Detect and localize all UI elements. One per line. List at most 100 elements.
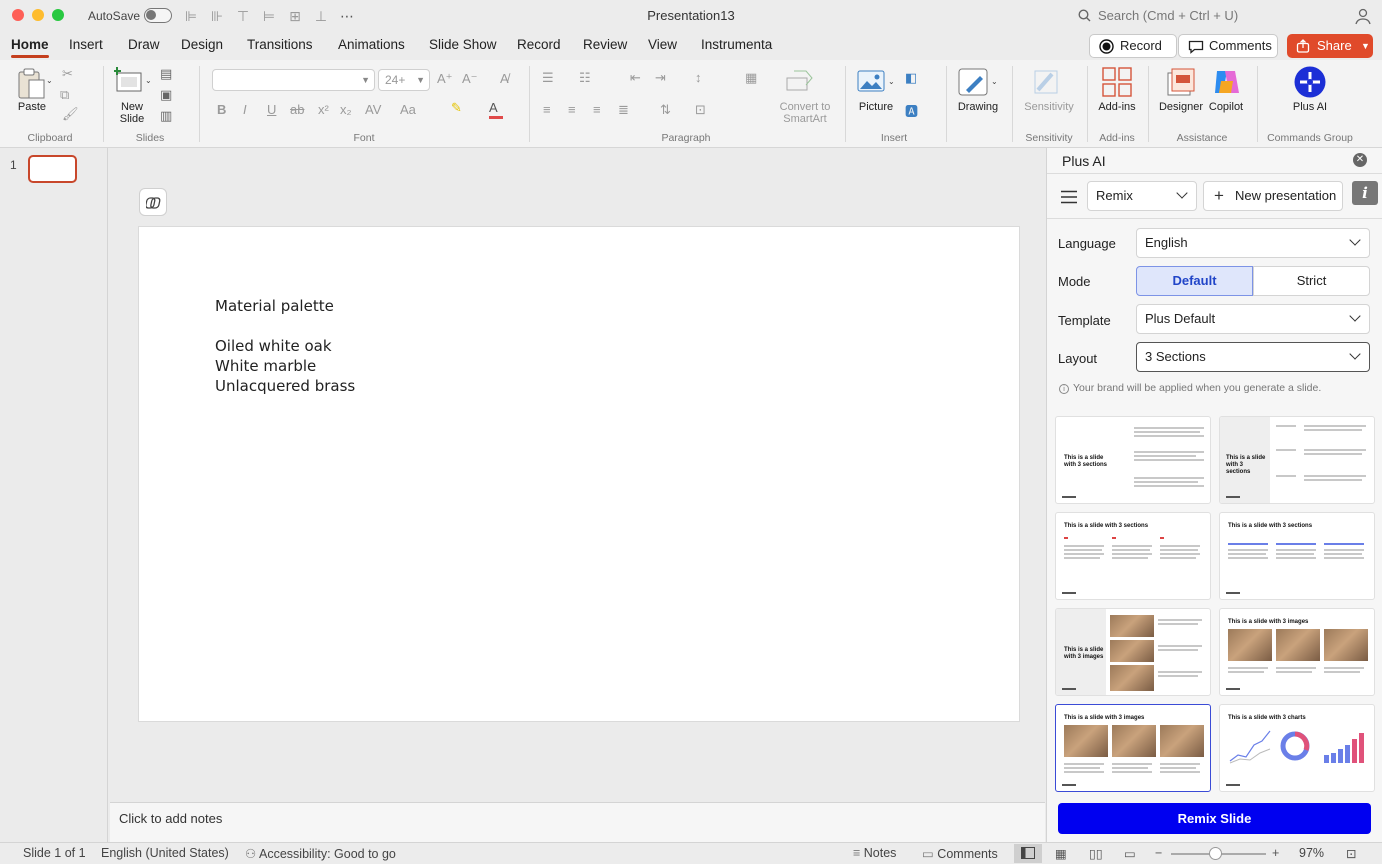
slide-text-line[interactable]: Unlacquered brass xyxy=(215,377,355,395)
share-button[interactable]: Share ▼ xyxy=(1287,34,1373,58)
layout-card[interactable]: This is a slide with 3 charts xyxy=(1219,704,1375,792)
copilot-floating-button[interactable] xyxy=(139,188,167,216)
zoom-in-icon[interactable]: + xyxy=(1272,846,1279,860)
align-text-icon[interactable]: ⊡ xyxy=(695,102,706,118)
normal-view-icon[interactable] xyxy=(1014,844,1042,863)
decrease-indent-icon[interactable]: ⇤ xyxy=(630,70,641,86)
underline-icon[interactable]: U xyxy=(267,102,276,117)
tab-draw[interactable]: Draw xyxy=(128,37,160,52)
layout-card[interactable]: This is a slide with 3 sections xyxy=(1055,416,1211,504)
tab-home[interactable]: Home xyxy=(11,37,49,58)
font-name-field[interactable]: ▼ xyxy=(212,69,375,91)
paste-icon[interactable] xyxy=(16,68,46,100)
tab-view[interactable]: View xyxy=(648,37,677,52)
font-size-field[interactable]: 24+ ▼ xyxy=(378,69,430,91)
format-painter-icon[interactable]: 🖌 xyxy=(62,106,79,122)
zoom-slider-handle[interactable] xyxy=(1209,847,1222,860)
record-button[interactable]: Record xyxy=(1089,34,1177,58)
info-icon[interactable]: i xyxy=(1352,181,1378,205)
smartart-icon[interactable] xyxy=(786,70,814,92)
layout-card[interactable]: This is a slide with 3 sections xyxy=(1055,512,1211,600)
highlight-icon[interactable]: ✎ xyxy=(451,100,462,116)
tab-slide-show[interactable]: Slide Show xyxy=(429,37,497,52)
change-case-icon[interactable]: Aa xyxy=(400,102,416,117)
new-slide-icon[interactable] xyxy=(114,67,144,95)
align-right-text-icon[interactable]: ≡ xyxy=(593,102,601,117)
shapes-icon[interactable]: ◧ xyxy=(905,70,917,86)
reading-view-icon[interactable]: ▯▯ xyxy=(1089,846,1103,861)
close-panel-icon[interactable]: ✕ xyxy=(1353,153,1367,167)
new-slide-dropdown-icon[interactable]: ⌄ xyxy=(145,76,152,85)
sensitivity-icon[interactable] xyxy=(1032,68,1062,96)
justify-icon[interactable]: ≣ xyxy=(618,102,629,118)
drawing-icon[interactable] xyxy=(958,68,990,98)
increase-indent-icon[interactable]: ⇥ xyxy=(655,70,666,86)
copilot-icon[interactable] xyxy=(1211,67,1241,97)
columns-icon[interactable]: ▦ xyxy=(745,70,757,86)
slide-thumbnail[interactable] xyxy=(28,155,77,183)
decrease-font-icon[interactable]: A⁻ xyxy=(462,71,478,87)
zoom-level[interactable]: 97% xyxy=(1299,846,1324,860)
bold-icon[interactable]: B xyxy=(217,102,226,117)
increase-font-icon[interactable]: A⁺ xyxy=(437,71,453,87)
mode-default-button[interactable]: Default xyxy=(1136,266,1253,296)
picture-icon[interactable] xyxy=(857,70,885,94)
slide-text-line[interactable]: White marble xyxy=(215,357,316,375)
comments-button[interactable]: Comments xyxy=(1178,34,1278,58)
designer-icon[interactable] xyxy=(1166,67,1196,97)
remix-slide-button[interactable]: Remix Slide xyxy=(1058,803,1371,834)
slide-text-line[interactable]: Oiled white oak xyxy=(215,337,332,355)
numbering-icon[interactable]: ☷ xyxy=(579,70,591,86)
tab-insert[interactable]: Insert xyxy=(69,37,103,52)
new-presentation-button[interactable]: + New presentation xyxy=(1203,181,1343,211)
layout-card[interactable]: This is a slide with 3 sections xyxy=(1219,416,1375,504)
layout-icon[interactable]: ▤ xyxy=(160,66,172,82)
comments-toggle[interactable]: ▭ Comments xyxy=(922,846,998,861)
picture-dropdown-icon[interactable]: ⌄ xyxy=(888,77,895,86)
text-direction-icon[interactable]: ⇅ xyxy=(660,102,671,118)
language-status[interactable]: English (United States) xyxy=(101,846,229,860)
drawing-dropdown-icon[interactable]: ⌄ xyxy=(991,77,998,86)
paste-dropdown-icon[interactable]: ⌄ xyxy=(46,76,53,85)
hamburger-menu-icon[interactable] xyxy=(1061,190,1077,204)
clear-format-icon[interactable]: A̸ xyxy=(500,71,509,86)
copy-icon[interactable]: ⧉ xyxy=(60,87,69,103)
subscript-icon[interactable]: x₂ xyxy=(340,102,352,117)
bullets-icon[interactable]: ☰ xyxy=(542,70,554,86)
superscript-icon[interactable]: x² xyxy=(318,102,329,117)
accessibility-status[interactable]: ⚇ Accessibility: Good to go xyxy=(245,846,396,861)
section-icon[interactable]: ▥ xyxy=(160,108,172,124)
char-spacing-icon[interactable]: AV xyxy=(365,102,381,117)
layout-card-selected[interactable]: This is a slide with 3 images xyxy=(1055,704,1211,792)
strikethrough-icon[interactable]: ab xyxy=(290,102,304,117)
zoom-out-icon[interactable]: − xyxy=(1155,846,1162,860)
notes-pane[interactable]: Click to add notes xyxy=(110,802,1045,842)
layout-card[interactable]: This is a slide with 3 images xyxy=(1055,608,1211,696)
profile-icon[interactable] xyxy=(1354,7,1372,25)
tab-instrumenta[interactable]: Instrumenta xyxy=(701,37,772,52)
font-color-icon[interactable]: A xyxy=(489,100,503,119)
italic-icon[interactable]: I xyxy=(243,102,247,117)
layout-card[interactable]: This is a slide with 3 sections xyxy=(1219,512,1375,600)
slide-sorter-icon[interactable]: ▦ xyxy=(1055,846,1067,861)
language-select[interactable]: English xyxy=(1136,228,1370,258)
cut-icon[interactable]: ✂ xyxy=(62,66,73,82)
mode-strict-button[interactable]: Strict xyxy=(1253,266,1370,296)
align-left-text-icon[interactable]: ≡ xyxy=(543,102,551,117)
align-center-text-icon[interactable]: ≡ xyxy=(568,102,576,117)
tab-animations[interactable]: Animations xyxy=(338,37,405,52)
slide-canvas[interactable]: Material palette Oiled white oak White m… xyxy=(138,226,1020,722)
tab-transitions[interactable]: Transitions xyxy=(247,37,313,52)
search-input[interactable]: Search (Cmd + Ctrl + U) xyxy=(1078,6,1340,26)
line-spacing-icon[interactable]: ↕ xyxy=(695,70,702,85)
fit-to-window-icon[interactable]: ⊡ xyxy=(1346,846,1356,861)
tab-record[interactable]: Record xyxy=(517,37,561,52)
tab-design[interactable]: Design xyxy=(181,37,223,52)
notes-toggle[interactable]: ≡ Notes xyxy=(853,846,896,860)
slideshow-icon[interactable]: ▭ xyxy=(1124,846,1136,861)
layout-card[interactable]: This is a slide with 3 images xyxy=(1219,608,1375,696)
template-select[interactable]: Plus Default xyxy=(1136,304,1370,334)
addins-icon[interactable] xyxy=(1102,67,1132,97)
reset-icon[interactable]: ▣ xyxy=(160,87,172,103)
layout-select[interactable]: 3 Sections xyxy=(1136,342,1370,372)
